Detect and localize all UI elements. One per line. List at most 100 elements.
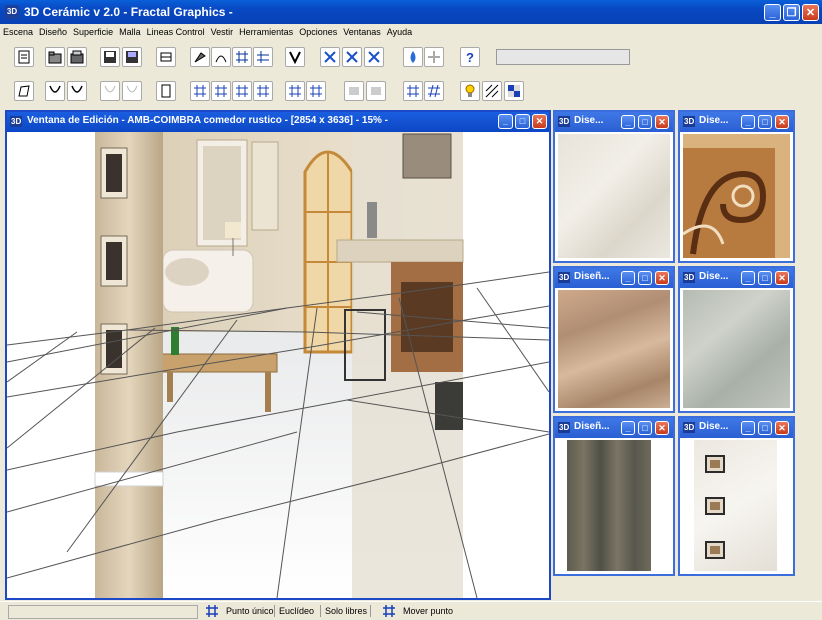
design-window-5[interactable]: 3D Diseñ... _ □ ✕ (553, 416, 675, 576)
menu-ventanas[interactable]: Ventanas (340, 24, 384, 37)
rustic-marble-tile[interactable] (558, 290, 670, 408)
curve-icon[interactable] (211, 47, 231, 67)
status-point-mode[interactable]: Punto único (226, 606, 274, 616)
grid-5-icon[interactable] (285, 81, 305, 101)
checker-icon[interactable] (504, 81, 524, 101)
inset-decor-tile[interactable] (694, 440, 777, 571)
menu-vestir[interactable]: Vestir (208, 24, 237, 37)
design-5-close-button[interactable]: ✕ (655, 421, 669, 435)
help-icon[interactable]: ? (460, 47, 480, 67)
wood-slate-tile[interactable] (567, 440, 651, 571)
grid-3-icon[interactable] (232, 81, 252, 101)
edit-minimize-button[interactable]: _ (498, 114, 513, 129)
warp-icon[interactable] (285, 47, 305, 67)
curve-edit-icon[interactable] (45, 81, 65, 101)
save-as-icon[interactable] (122, 47, 142, 67)
open-folder-icon[interactable] (45, 47, 65, 67)
design-2-maximize-button[interactable]: □ (758, 115, 772, 129)
status-euclid[interactable]: Euclídeo (279, 606, 314, 616)
design-4-close-button[interactable]: ✕ (775, 271, 789, 285)
design-5-minimize-button[interactable]: _ (621, 421, 635, 435)
design-3-maximize-button[interactable]: □ (638, 271, 652, 285)
grid-select-icon[interactable] (232, 47, 252, 67)
layer-disabled-icon[interactable] (344, 81, 364, 101)
design-window-2[interactable]: 3D Dise... _ □ ✕ (678, 110, 795, 263)
design-window-2-titlebar[interactable]: 3D Dise... _ □ ✕ (680, 112, 793, 132)
grid-4-icon[interactable] (253, 81, 273, 101)
design-2-close-button[interactable]: ✕ (775, 115, 789, 129)
design-5-maximize-button[interactable]: □ (638, 421, 652, 435)
grid-6-icon[interactable] (306, 81, 326, 101)
menu-lineas-control[interactable]: Lineas Control (144, 24, 208, 37)
hatch-icon[interactable] (482, 81, 502, 101)
design-window-6-titlebar[interactable]: 3D Dise... _ □ ✕ (680, 418, 793, 438)
menu-malla[interactable]: Malla (116, 24, 144, 37)
edit-window[interactable]: 3D Ventana de Edición - AMB-COIMBRA come… (5, 110, 551, 600)
curve-disabled-icon[interactable] (100, 81, 120, 101)
grey-stone-tile[interactable] (683, 290, 790, 408)
design-window-4[interactable]: 3D Dise... _ □ ✕ (678, 266, 795, 413)
new-file-icon[interactable] (14, 47, 34, 67)
design-window-1-title: Dise... (574, 115, 604, 126)
design-1-maximize-button[interactable]: □ (638, 115, 652, 129)
document-icon[interactable] (156, 81, 176, 101)
menu-herramientas[interactable]: Herramientas (236, 24, 296, 37)
light-bulb-icon[interactable] (460, 81, 480, 101)
fill-icon[interactable] (190, 47, 210, 67)
design-window-6[interactable]: 3D Dise... _ □ ✕ (678, 416, 795, 576)
restore-button[interactable]: ❐ (783, 4, 800, 21)
edit-window-icon: 3D (10, 116, 23, 127)
design-4-maximize-button[interactable]: □ (758, 271, 772, 285)
design-window-1[interactable]: 3D Dise... _ □ ✕ (553, 110, 675, 263)
menu-ayuda[interactable]: Ayuda (384, 24, 415, 37)
grid-skew-icon[interactable] (424, 81, 444, 101)
room-scene[interactable] (7, 132, 549, 598)
design-6-close-button[interactable]: ✕ (775, 421, 789, 435)
save-icon[interactable] (100, 47, 120, 67)
design-4-minimize-button[interactable]: _ (741, 271, 755, 285)
design-window-1-titlebar[interactable]: 3D Dise... _ □ ✕ (555, 112, 673, 132)
ornamental-border-tile[interactable] (683, 134, 790, 258)
move-arrows-icon[interactable] (424, 47, 444, 67)
layer-disabled2-icon[interactable] (366, 81, 386, 101)
design-window-3-titlebar[interactable]: 3D Diseñ... _ □ ✕ (555, 268, 673, 288)
status-move-point[interactable]: Mover punto (403, 606, 453, 616)
light-marble-tile[interactable] (558, 134, 670, 258)
move-point-icon[interactable] (382, 604, 396, 618)
grid-2-icon[interactable] (211, 81, 231, 101)
open-scene-icon[interactable] (67, 47, 87, 67)
mesh-x2-icon[interactable] (342, 47, 362, 67)
design-2-minimize-button[interactable]: _ (741, 115, 755, 129)
curve-edit2-icon[interactable] (67, 81, 87, 101)
mesh-x-icon[interactable] (320, 47, 340, 67)
design-3-close-button[interactable]: ✕ (655, 271, 669, 285)
design-1-close-button[interactable]: ✕ (655, 115, 669, 129)
design-3-minimize-button[interactable]: _ (621, 271, 635, 285)
design-window-4-titlebar[interactable]: 3D Dise... _ □ ✕ (680, 268, 793, 288)
design-window-5-titlebar[interactable]: 3D Diseñ... _ □ ✕ (555, 418, 673, 438)
menu-diseno[interactable]: Diseño (36, 24, 70, 37)
design-1-minimize-button[interactable]: _ (621, 115, 635, 129)
design-6-maximize-button[interactable]: □ (758, 421, 772, 435)
edit-window-titlebar[interactable]: 3D Ventana de Edición - AMB-COIMBRA come… (7, 112, 549, 132)
grid-mode-icon[interactable] (205, 604, 219, 618)
free-shape-icon[interactable] (14, 81, 34, 101)
frame-icon[interactable] (156, 47, 176, 67)
menu-escena[interactable]: Escena (0, 24, 36, 37)
curve-disabled2-icon[interactable] (122, 81, 142, 101)
minimize-button[interactable]: _ (764, 4, 781, 21)
status-free-only[interactable]: Solo libres (325, 606, 367, 616)
drop-icon[interactable] (403, 47, 423, 67)
design-6-minimize-button[interactable]: _ (741, 421, 755, 435)
menu-opciones[interactable]: Opciones (296, 24, 340, 37)
edit-close-button[interactable]: ✕ (532, 114, 547, 129)
grid-move-icon[interactable] (253, 47, 273, 67)
grid-1-icon[interactable] (190, 81, 210, 101)
mesh-x3-icon[interactable] (364, 47, 384, 67)
menu-superficie[interactable]: Superficie (70, 24, 116, 37)
app-titlebar[interactable]: 3D 3D Cerámic v 2.0 - Fractal Graphics -… (0, 0, 822, 24)
close-button[interactable]: ✕ (802, 4, 819, 21)
grid-select2-icon[interactable] (403, 81, 423, 101)
design-window-3[interactable]: 3D Diseñ... _ □ ✕ (553, 266, 675, 413)
edit-maximize-button[interactable]: □ (515, 114, 530, 129)
